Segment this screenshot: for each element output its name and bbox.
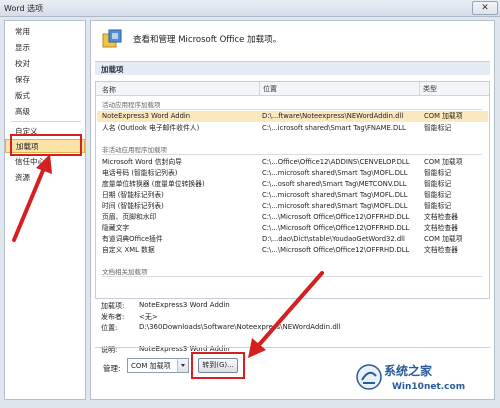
row-type: 智能标记 [424,202,452,210]
section-title: 加载项 [101,65,124,74]
chevron-down-icon[interactable] [177,359,188,372]
row-type: 文档检查器 [424,246,458,254]
row-location: C:\...\Microsoft Office\Office12\OFFRHD.… [262,224,410,232]
row-name: 人名 (Outlook 电子邮件收件人) [102,124,200,132]
row-type: COM 加载项 [424,112,463,120]
main-panel: 查看和管理 Microsoft Office 加载项。 加载项 名称 位置 类型… [90,20,495,400]
sidebar-item-popular[interactable]: 常用 [5,25,85,39]
details-location-value: D:\360Downloads\Software\Noteexpress\NEW… [139,323,341,331]
window-title: Word 选项 [4,4,44,13]
manage-divider [95,347,490,348]
table-row[interactable]: 电话号码 (智能标记列表) C:\...microsoft shared\Sma… [97,168,488,179]
row-type: 智能标记 [424,191,452,199]
panel-header: 查看和管理 Microsoft Office 加载项。 [91,21,494,59]
table-row[interactable]: 页眉、页脚和水印 C:\...\Microsoft Office\Office1… [97,212,488,223]
table-header: 名称 位置 类型 [96,82,489,96]
watermark-title: 系统之家 [384,364,433,378]
row-location: C:\...microsoft shared\Smart Tag\MOFL.DL… [262,169,408,177]
sidebar-item-trust-center[interactable]: 信任中心 [5,155,85,169]
row-name: 度量单位转换器 (度量单位转换器) [102,180,205,188]
watermark-url: Win10net.com [392,382,466,392]
row-name: 自定义 XML 数据 [102,246,155,254]
row-name: 有道词典Office插件 [102,235,163,243]
close-button[interactable]: ✕ [472,1,498,15]
row-type: COM 加载项 [424,158,463,166]
panel-heading: 查看和管理 Microsoft Office 加载项。 [133,35,282,45]
table-row[interactable]: 隐藏文字 C:\...\Microsoft Office\Office12\OF… [97,223,488,234]
section-header: 加载项 [95,61,490,75]
row-location: C:\...osoft shared\Smart Tag\METCONV.DLL [262,180,407,188]
table-row[interactable]: 日期 (智能标记列表) C:\...microsoft shared\Smart… [97,190,488,201]
row-location: C:\...\Microsoft Office\Office12\OFFRHD.… [262,246,410,254]
addins-highlight-box [10,134,82,156]
row-type: 智能标记 [424,169,452,177]
group-divider [102,276,482,277]
row-location: C:\...\Microsoft Office\Office12\OFFRHD.… [262,213,410,221]
sidebar-item-save[interactable]: 保存 [5,73,85,87]
row-location: D:\...ftware\Noteexpress\NEWordAddin.dll [262,112,404,120]
sidebar-divider [11,121,81,122]
table-row[interactable]: 人名 (Outlook 电子邮件收件人) C:\...icrosoft shar… [97,123,488,134]
row-name: Microsoft Word 信封向导 [102,158,182,166]
row-type: 智能标记 [424,124,452,132]
group-active: 活动应用程序加载项 [102,101,161,109]
manage-dropdown-value: COM 加载项 [131,362,171,370]
addins-table: 名称 位置 类型 活动应用程序加载项 NoteExpress3 Word Add… [95,81,490,299]
sidebar-item-resources[interactable]: 资源 [5,171,85,185]
row-type: 文档检查器 [424,213,458,221]
details-addin-value: NoteExpress3 Word Addin [139,301,230,309]
group-inactive: 非活动应用程序加载项 [102,146,167,154]
row-name: 日期 (智能标记列表) [102,191,164,199]
manage-label: 管理: [103,364,121,373]
details-location-label: 位置: [101,324,118,332]
row-location: C:\...Office\Office12\ADDINS\CENVELOP.DL… [262,158,410,166]
row-name: 页眉、页脚和水印 [102,213,157,221]
row-name: 隐藏文字 [102,224,130,232]
watermark-logo-icon [356,364,382,390]
column-name[interactable]: 名称 [102,85,116,95]
title-bar: Word 选项 ✕ [0,0,500,17]
row-location: D:\...dao\Dict\stable\YoudaoGetWord32.dl… [262,235,405,243]
manage-dropdown[interactable]: COM 加载项 [127,358,189,373]
row-type: COM 加载项 [424,235,463,243]
options-sidebar: 常用 显示 校对 保存 版式 高级 自定义 加载项 信任中心 资源 [4,20,86,400]
row-type: 文档检查器 [424,224,458,232]
sidebar-item-advanced[interactable]: 高级 [5,105,85,119]
table-row[interactable]: Microsoft Word 信封向导 C:\...Office\Office1… [97,157,488,168]
sidebar-item-layout[interactable]: 版式 [5,89,85,103]
sidebar-item-display[interactable]: 显示 [5,41,85,55]
column-type[interactable]: 类型 [419,82,437,96]
details-publisher-value: <无> [139,313,158,321]
column-location[interactable]: 位置 [259,82,277,96]
group-divider [102,109,482,110]
row-location: C:\...icrosoft shared\Smart Tag\FNAME.DL… [262,124,406,132]
group-divider [102,154,482,155]
row-name: 电话号码 (智能标记列表) [102,169,178,177]
table-row[interactable]: 时间 (智能标记列表) C:\...microsoft shared\Smart… [97,201,488,212]
details-addin-label: 加载项: [101,302,125,310]
row-name: NoteExpress3 Word Addin [102,112,191,120]
group-document: 文档相关加载项 [102,268,148,276]
table-row[interactable]: 有道词典Office插件 D:\...dao\Dict\stable\Youda… [97,234,488,245]
addins-icon [102,29,122,48]
row-type: 智能标记 [424,180,452,188]
go-button-highlight-box [191,352,245,379]
table-row[interactable]: 度量单位转换器 (度量单位转换器) C:\...osoft shared\Sma… [97,179,488,190]
row-location: C:\...microsoft shared\Smart Tag\MOFL.DL… [262,202,408,210]
table-row[interactable]: NoteExpress3 Word Addin D:\...ftware\Not… [97,111,488,122]
table-row[interactable]: 自定义 XML 数据 C:\...\Microsoft Office\Offic… [97,245,488,256]
sidebar-item-proofing[interactable]: 校对 [5,57,85,71]
row-location: C:\...microsoft shared\Smart Tag\MOFL.DL… [262,191,408,199]
row-name: 时间 (智能标记列表) [102,202,164,210]
details-publisher-label: 发布者: [101,313,125,321]
